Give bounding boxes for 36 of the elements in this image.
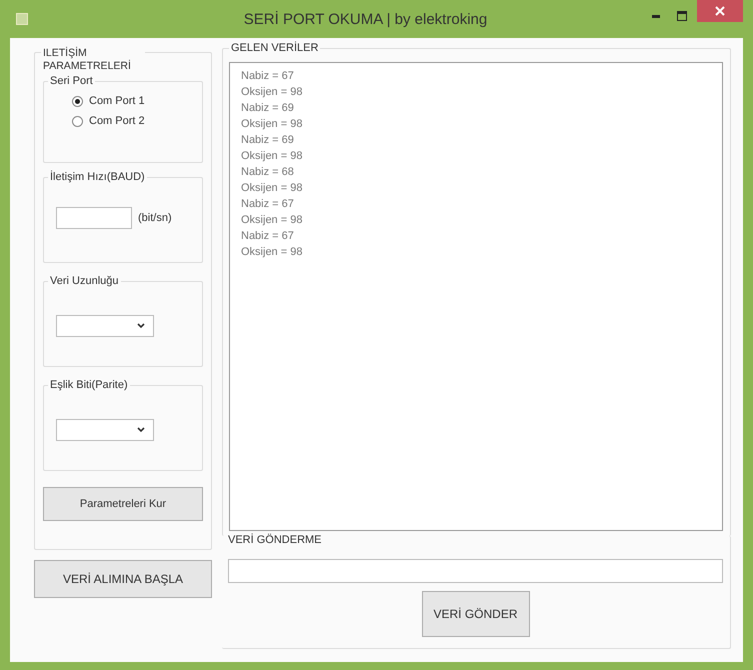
list-item: Nabiz = 67 — [241, 69, 295, 84]
group-label: GELEN VERİLER — [229, 42, 320, 54]
list-item: Nabiz = 68 — [241, 165, 295, 180]
dropdown[interactable] — [56, 315, 154, 337]
radio-button[interactable] — [72, 96, 83, 106]
list-item: Oksijen = 98 — [241, 245, 304, 260]
list-item: Oksijen = 98 — [241, 85, 304, 100]
radio-label: Com Port 2 — [89, 115, 145, 127]
list-item: Nabiz = 67 — [241, 197, 295, 212]
group-label: Veri Uzunluğu — [48, 275, 120, 287]
list-item: Oksijen = 98 — [241, 181, 304, 196]
caret-icon — [137, 427, 145, 433]
list-item: Oksijen = 98 — [241, 117, 304, 132]
input-field[interactable] — [228, 559, 723, 583]
list-item: Oksijen = 98 — [241, 213, 304, 228]
input-field[interactable] — [56, 207, 132, 229]
unit-label: (bit/sn) — [138, 212, 172, 224]
start-button[interactable]: VERİ ALIMINA BAŞLA — [34, 560, 212, 598]
close-button[interactable] — [697, 0, 743, 22]
list-item: Nabiz = 69 — [241, 101, 295, 116]
dropdown[interactable] — [56, 419, 154, 441]
group-label: Seri Port — [48, 75, 95, 87]
caret-icon — [137, 323, 145, 329]
group-label: VERİ GÖNDERME — [226, 534, 324, 546]
window-title: SERİ PORT OKUMA | by elektroking — [242, 10, 488, 28]
list-item: Nabiz = 67 — [241, 229, 295, 244]
close-icon — [715, 6, 725, 16]
list-item: Nabiz = 69 — [241, 133, 295, 148]
send-button[interactable]: VERİ GÖNDER — [422, 591, 530, 637]
radio-label: Com Port 1 — [89, 95, 145, 107]
list-item: Oksijen = 98 — [241, 149, 304, 164]
radio-button[interactable] — [72, 116, 83, 126]
apply-button[interactable]: Parametreleri Kur — [43, 487, 203, 521]
app-icon — [16, 13, 28, 25]
group-label: İletişim Hızı(BAUD) — [48, 171, 147, 183]
group-label: Eşlik Biti(Parite) — [48, 379, 130, 391]
